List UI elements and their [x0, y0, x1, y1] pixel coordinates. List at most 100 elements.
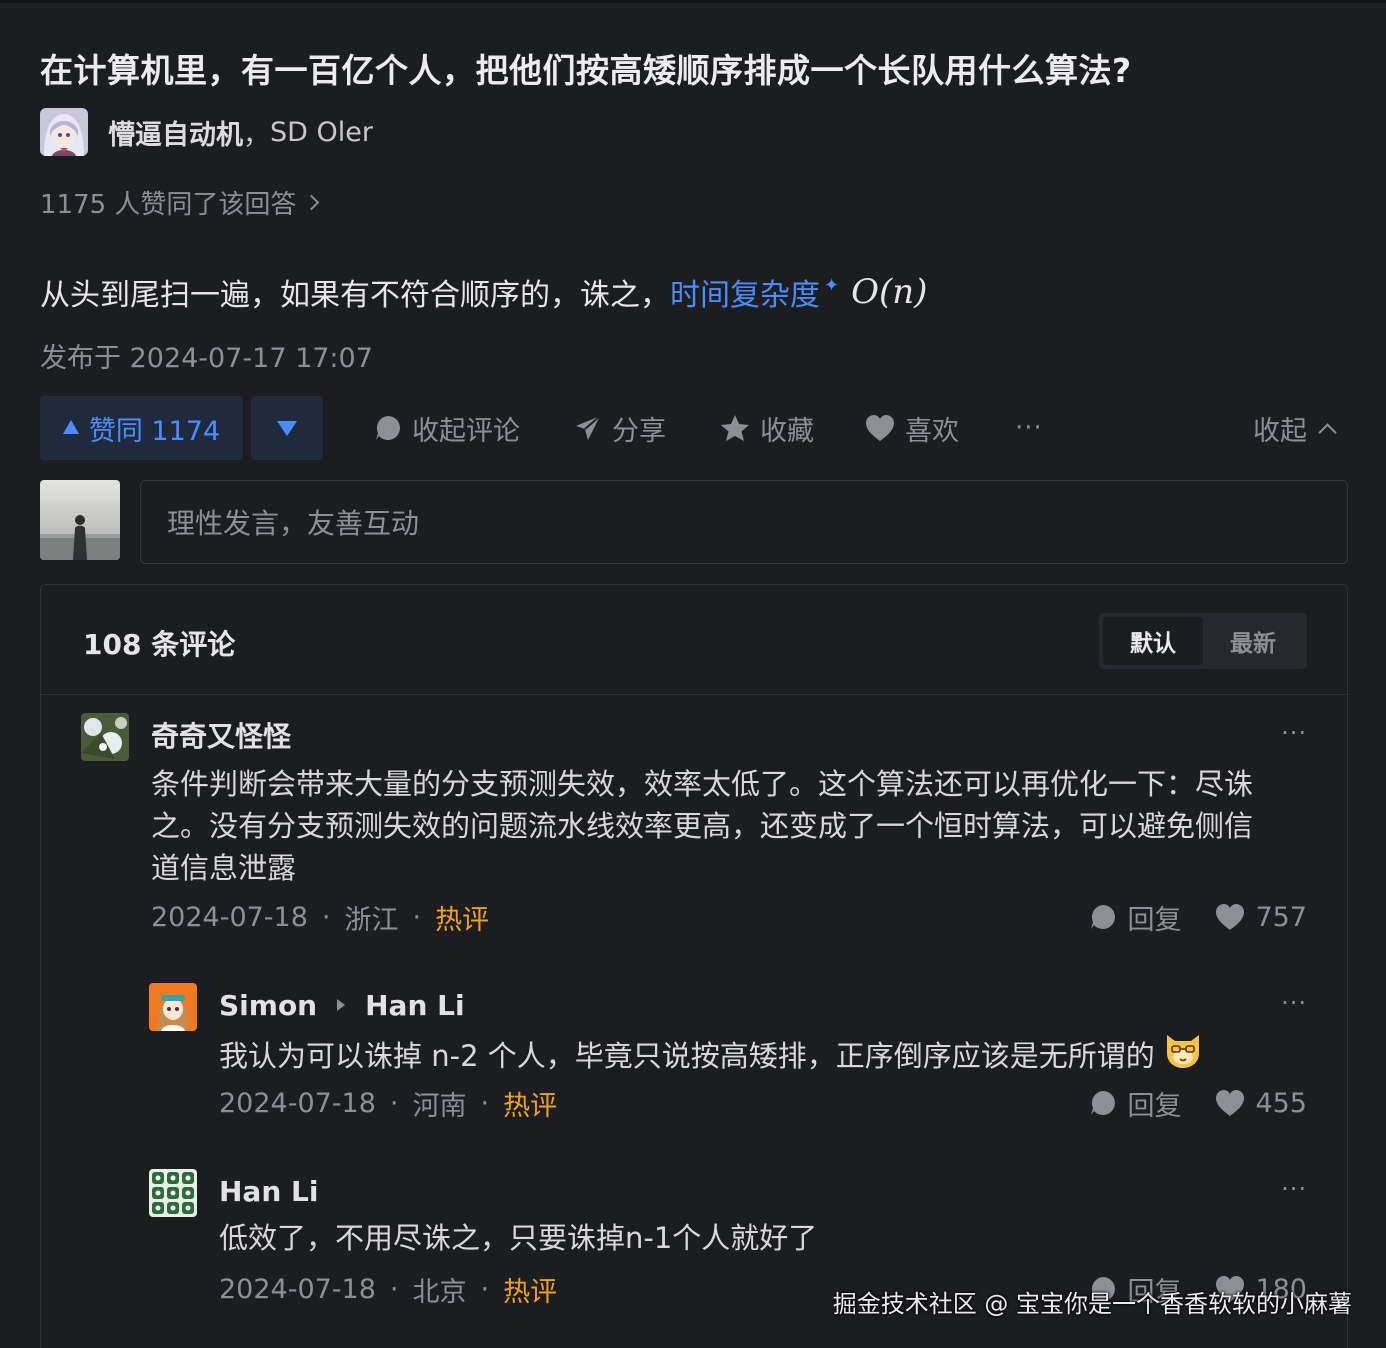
reply-button[interactable]: 回复 [1089, 1084, 1181, 1123]
paper-plane-icon [574, 414, 602, 442]
meta-dot: · [321, 901, 331, 933]
comment-meta: 2024-07-18 · 浙江 · 热评 [151, 897, 489, 937]
comment-body: 低效了，不用尽诛之，只要诛掉n-1个人就好了 [219, 1217, 817, 1259]
heart-icon [1215, 903, 1245, 931]
heart-icon [1215, 1089, 1245, 1117]
comments-header: 108 条评论 默认 最新 [41, 585, 1347, 695]
author-name[interactable]: 懵逼自动机 [108, 113, 243, 152]
star-icon [720, 414, 750, 442]
answer-math: O(n) [851, 272, 928, 312]
comment-count: 108 条评论 [83, 628, 236, 661]
publish-time: 发布于 2024-07-17 17:07 [40, 343, 373, 374]
comment-date: 2024-07-18 [219, 1087, 376, 1119]
hot-badge: 热评 [503, 1090, 558, 1122]
reply-button[interactable]: 回复 [1089, 898, 1181, 937]
comment-header: 奇奇又怪怪 [151, 713, 291, 757]
comment-item: 奇奇又怪怪 ··· 条件判断会带来大量的分支预测失效，效率太低了。这个算法还可以… [81, 713, 1307, 943]
comment-body: 我认为可以诛掉 n-2 个人，毕竟只说按高矮排，正序倒序应该是无所谓的 [219, 1031, 1203, 1080]
comment-input[interactable]: 理性发言，友善互动 [140, 480, 1348, 564]
favorite-button[interactable]: 收藏 [720, 396, 814, 460]
like-comment-button[interactable]: 455 [1215, 1088, 1307, 1119]
comment-meta: 2024-07-18 · 河南 · 热评 [219, 1083, 557, 1123]
comment-bubble-icon [374, 414, 402, 442]
answer-link[interactable]: 时间复杂度 [670, 270, 820, 314]
comment-bubble-icon [1089, 1089, 1117, 1117]
hot-badge: 热评 [435, 904, 490, 936]
reply-label: 回复 [1127, 904, 1182, 936]
comment-location: 浙江 [344, 904, 399, 936]
commenter-avatar[interactable] [149, 1169, 197, 1217]
comment-header: Simon Han Li [219, 983, 465, 1027]
comment-body: 条件判断会带来大量的分支预测失效，效率太低了。这个算法还可以再优化一下：尽诛 之… [151, 763, 1253, 889]
share-button[interactable]: 分享 [574, 396, 666, 460]
comment-more-button[interactable]: ··· [1281, 1175, 1307, 1203]
cat-face-emoji-icon [1163, 1031, 1203, 1080]
comment-date: 2024-07-18 [151, 901, 308, 933]
commenter-name[interactable]: Han Li [219, 1175, 318, 1208]
commenter-name[interactable]: 奇奇又怪怪 [151, 715, 291, 755]
meta-dot: · [480, 1273, 490, 1305]
current-user-avatar[interactable] [40, 480, 120, 560]
hot-badge: 热评 [503, 1276, 558, 1308]
sort-toggle: 默认 最新 [1099, 613, 1307, 669]
like-count: 455 [1255, 1087, 1307, 1119]
agree-count-link[interactable]: 1175 人赞同了该回答 [40, 184, 320, 221]
share-label: 分享 [612, 415, 666, 447]
like-count: 757 [1255, 901, 1307, 933]
comment-composer: 理性发言，友善互动 [40, 480, 1348, 564]
answer-content: 从头到尾扫一遍，如果有不符合顺序的，诛之， 时间复杂度 ✦ O(n) [40, 270, 927, 314]
watermark: 掘金技术社区 @ 宝宝你是一个香香软软的小麻薯 [832, 1290, 1352, 1318]
answer-author: 懵逼自动机 ， SD Oler [40, 108, 373, 156]
meta-dot: · [389, 1273, 399, 1305]
comment-actions: 回复 757 [1089, 897, 1307, 937]
commenter-avatar[interactable] [149, 983, 197, 1031]
meta-dot: · [389, 1087, 399, 1119]
more-actions-button[interactable]: ··· [1015, 396, 1043, 460]
comment-location: 河南 [412, 1090, 467, 1122]
collapse-label: 收起 [1253, 415, 1307, 447]
comments-panel: 108 条评论 默认 最新 奇奇又怪怪 ··· 条件判断会带来大量的分支预测失效… [40, 584, 1348, 1348]
downvote-button[interactable] [251, 396, 323, 460]
chevron-up-icon [1318, 422, 1337, 442]
comment-more-button[interactable]: ··· [1281, 989, 1307, 1017]
answer-toolbar: 赞同 1174 收起评论 分享 收藏 喜欢 ··· 收起 [40, 396, 1346, 460]
question-title[interactable]: 在计算机里，有一百亿个人，把他们按高矮顺序排成一个长队用什么算法? [40, 44, 1132, 92]
author-bio: SD Oler [270, 116, 373, 148]
collapse-comments-button[interactable]: 收起评论 [374, 396, 520, 460]
triangle-down-icon [277, 420, 297, 436]
comment-bubble-icon [1089, 903, 1117, 931]
comment-line: 之。没有分支预测失效的问题流水线效率更高，还变成了一个恒时算法，可以避免侧信 [151, 809, 1254, 843]
tab-default[interactable]: 默认 [1103, 617, 1203, 665]
comment-more-button[interactable]: ··· [1281, 719, 1307, 747]
collapse-answer-button[interactable]: 收起 [1253, 396, 1337, 460]
comment-location: 北京 [412, 1276, 467, 1308]
reply-item: Simon Han Li ··· 我认为可以诛掉 n-2 个人，毕竟只说按高矮排… [149, 983, 1307, 1123]
comment-meta: 2024-07-18 · 北京 · 热评 [219, 1269, 557, 1309]
like-comment-button[interactable]: 757 [1215, 902, 1307, 933]
sparkle-icon: ✦ [824, 274, 840, 296]
reply-to-name[interactable]: Han Li [365, 989, 464, 1022]
agree-count-text: 1175 人赞同了该回答 [40, 190, 297, 220]
like-label: 喜欢 [905, 415, 959, 447]
meta-dot: · [412, 901, 422, 933]
upvote-button[interactable]: 赞同 1174 [40, 396, 243, 460]
commenter-name[interactable]: Simon [219, 989, 317, 1022]
tab-latest[interactable]: 最新 [1203, 617, 1303, 665]
like-button[interactable]: 喜欢 [865, 396, 959, 460]
comment-line: 条件判断会带来大量的分支预测失效，效率太低了。这个算法还可以再优化一下：尽诛 [151, 767, 1254, 801]
reply-arrow-icon [337, 999, 346, 1011]
comment-header: Han Li [219, 1169, 318, 1213]
author-separator: ， [243, 119, 270, 151]
answer-text: 从头到尾扫一遍，如果有不符合顺序的，诛之， [40, 278, 670, 313]
comment-text: 我认为可以诛掉 n-2 个人，毕竟只说按高矮排，正序倒序应该是无所谓的 [219, 1038, 1155, 1073]
favorite-label: 收藏 [760, 415, 814, 447]
commenter-avatar[interactable] [81, 713, 129, 761]
top-border [0, 0, 1386, 3]
comment-date: 2024-07-18 [219, 1273, 376, 1305]
author-avatar[interactable] [40, 108, 88, 156]
upvote-label: 赞同 1174 [88, 415, 221, 447]
chevron-right-icon [304, 194, 320, 211]
collapse-comments-label: 收起评论 [412, 415, 520, 447]
comment-line: 道信息泄露 [151, 851, 297, 885]
comment-actions: 回复 455 [1089, 1083, 1307, 1123]
